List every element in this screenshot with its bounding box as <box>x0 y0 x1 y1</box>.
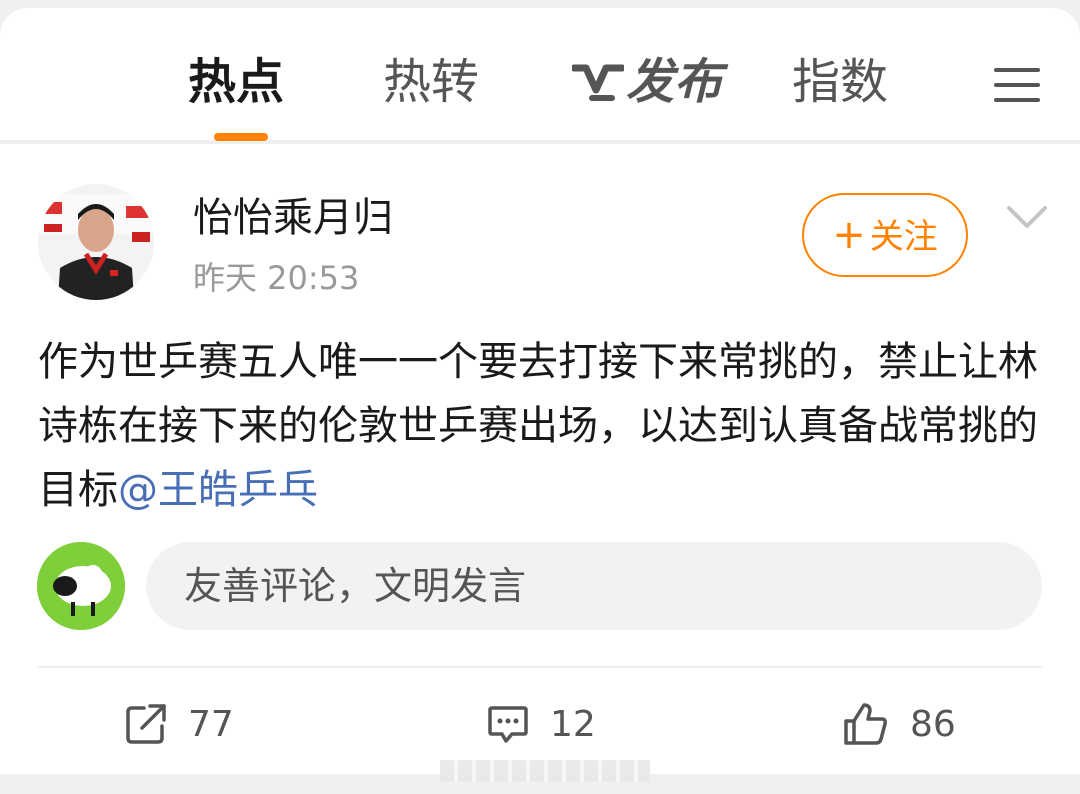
comment-input[interactable]: 友善评论，文明发言 <box>146 542 1042 630</box>
post-card: 怡怡乘月归 昨天 20:53 + 关注 作为世乒赛五人唯一一个要去打接下来常挑的，… <box>0 144 1080 774</box>
tab-index[interactable]: 指数 <box>792 52 888 112</box>
tab-release[interactable]: 发布 <box>572 52 722 112</box>
follow-label: 关注 <box>869 217 938 257</box>
author-name[interactable]: 怡怡乘月归 <box>193 192 393 244</box>
comment-count: 12 <box>550 703 596 745</box>
chevron-down-icon[interactable] <box>1006 202 1048 232</box>
mention-link[interactable]: @王皓乒乓 <box>118 467 318 513</box>
watermark <box>440 760 650 782</box>
my-avatar <box>37 542 125 630</box>
comment-icon <box>488 706 528 743</box>
follow-button[interactable]: + 关注 <box>802 193 968 277</box>
post-body: 作为世乒赛五人唯一一个要去打接下来常挑的，禁止让林诗栋在接下来的伦敦世乒赛出场，… <box>38 330 1042 522</box>
active-tab-indicator <box>214 133 268 141</box>
plus-icon: + <box>832 212 866 258</box>
comment-button[interactable]: 12 <box>486 696 596 752</box>
v-logo-icon <box>572 64 624 101</box>
tab-release-label: 发布 <box>626 54 723 110</box>
post-time: 昨天 20:53 <box>193 259 360 297</box>
forward-count: 77 <box>188 703 234 745</box>
divider <box>38 666 1042 668</box>
forward-button[interactable]: 77 <box>124 696 234 752</box>
tab-hot-forward[interactable]: 热转 <box>383 52 479 112</box>
share-icon <box>126 704 166 744</box>
author-avatar[interactable] <box>38 184 154 300</box>
page: 热点 热转 发布 指数 怡怡乘月归 昨天 20:53 + 关注 作为世乒赛五人唯… <box>0 0 1080 794</box>
like-button[interactable]: 86 <box>842 696 956 752</box>
like-icon <box>844 703 887 745</box>
tab-hot[interactable]: 热点 <box>188 52 284 112</box>
top-nav: 热点 热转 发布 指数 <box>0 8 1080 142</box>
menu-icon[interactable] <box>994 66 1040 104</box>
like-count: 86 <box>910 703 956 745</box>
